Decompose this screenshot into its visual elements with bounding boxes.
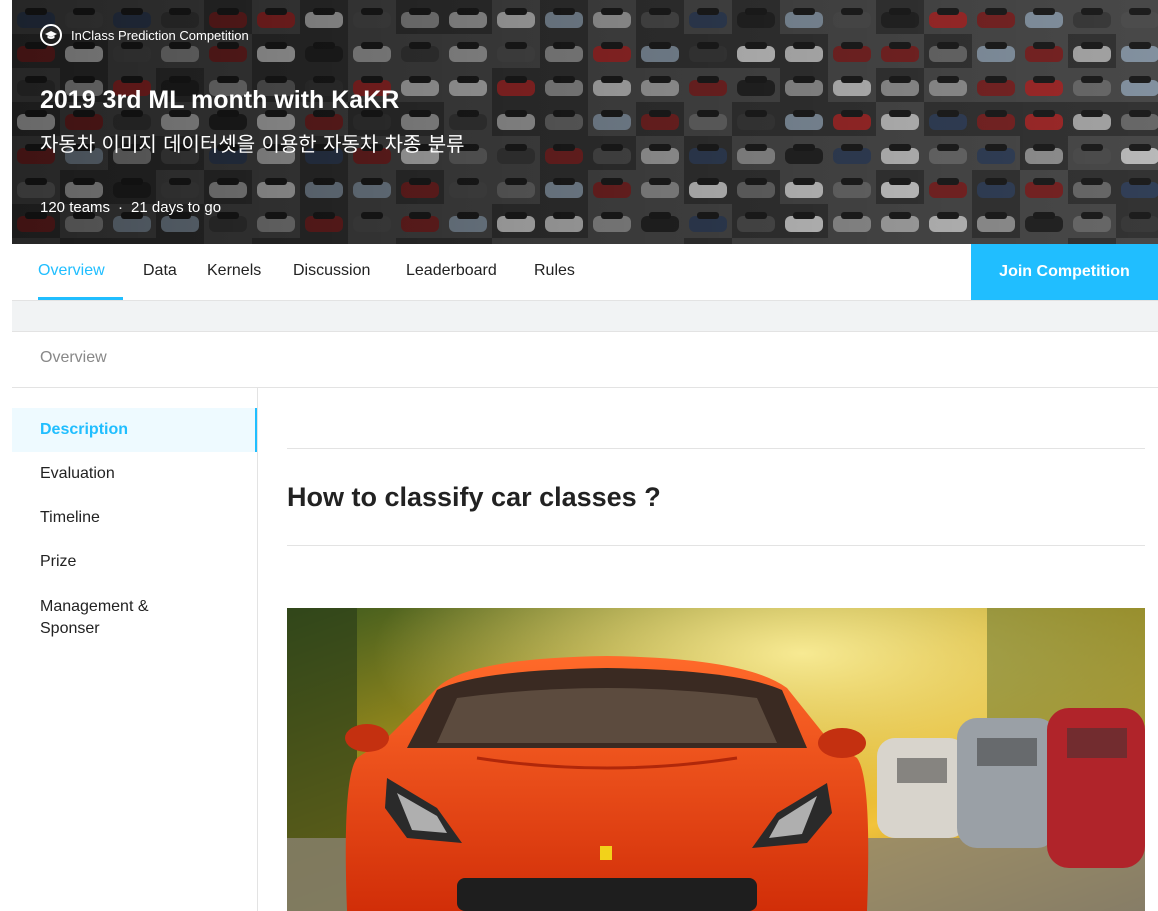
competition-page: InClass Prediction Competition 2019 3rd … (0, 0, 1158, 911)
divider-strip (12, 301, 1158, 332)
content-heading: How to classify car classes ? (287, 482, 661, 512)
content-divider-top (287, 448, 1145, 449)
competition-title: 2019 3rd ML month with KaKR (40, 86, 400, 114)
sidebar-item-timeline[interactable]: Timeline (12, 507, 257, 529)
tab-data[interactable]: Data (143, 244, 177, 300)
meta-separator: · (118, 199, 124, 216)
competition-meta: 120 teams · 21 days to go (40, 199, 221, 216)
tab-leaderboard[interactable]: Leaderboard (406, 244, 497, 300)
sidebar-item-prize[interactable]: Prize (12, 551, 257, 573)
competition-type-badge: InClass Prediction Competition (40, 24, 249, 46)
content-divider-bottom (287, 545, 1145, 546)
sidebar-item-management-sponser[interactable]: Management & Sponser (12, 596, 182, 640)
tab-kernels[interactable]: Kernels (207, 244, 261, 300)
tab-rules[interactable]: Rules (534, 244, 575, 300)
red-sports-car-image (287, 608, 1145, 911)
deadline: 21 days to go (131, 199, 222, 216)
badge-label: InClass Prediction Competition (71, 27, 249, 43)
team-count: 120 teams (40, 199, 111, 216)
tab-overview[interactable]: Overview (38, 244, 123, 300)
sidebar-item-evaluation[interactable]: Evaluation (12, 463, 257, 485)
competition-tabs: Overview Data Kernels Discussion Leaderb… (12, 244, 1158, 301)
graduation-cap-icon (40, 24, 62, 46)
overview-sidebar: Description Evaluation Timeline Prize Ma… (12, 388, 258, 911)
competition-banner: InClass Prediction Competition 2019 3rd … (12, 0, 1158, 244)
join-competition-button[interactable]: Join Competition (971, 244, 1158, 300)
section-title: Overview (12, 331, 1158, 388)
sidebar-item-description[interactable]: Description (12, 408, 257, 452)
tab-discussion[interactable]: Discussion (293, 244, 370, 300)
competition-subtitle: 자동차 이미지 데이터셋을 이용한 자동차 차종 분류 (40, 132, 465, 156)
